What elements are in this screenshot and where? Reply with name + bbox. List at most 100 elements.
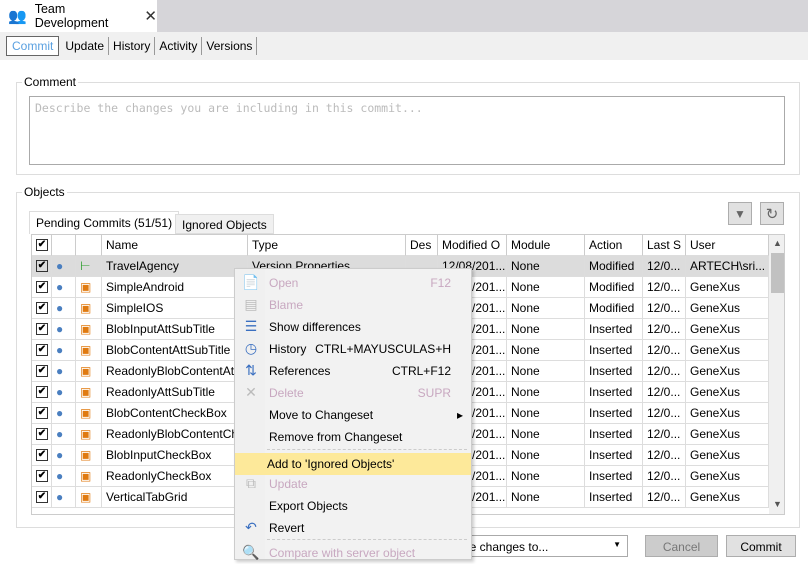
- column-header[interactable]: User: [686, 235, 769, 256]
- menu-item-references[interactable]: ⇅ References CTRL+F12: [237, 360, 469, 382]
- column-header: ✔: [32, 235, 52, 256]
- row-checkbox[interactable]: ✔: [36, 260, 48, 272]
- row-checkbox[interactable]: ✔: [36, 470, 48, 482]
- tab-update[interactable]: Update: [61, 37, 110, 55]
- menu-item-label: Export Objects: [269, 499, 348, 513]
- row-checkbox[interactable]: ✔: [36, 365, 48, 377]
- cell-action: Inserted: [585, 403, 643, 424]
- refresh-button[interactable]: ↻: [760, 202, 784, 225]
- objects-label: Objects: [22, 185, 67, 199]
- menu-item-delete[interactable]: ✕ Delete SUPR: [237, 382, 469, 404]
- row-checkbox[interactable]: ✔: [36, 344, 48, 356]
- tab-ignored-objects[interactable]: Ignored Objects: [175, 214, 274, 234]
- object-type-icon: ▣: [80, 406, 92, 420]
- cell: ✔: [32, 487, 52, 508]
- cell: ●: [52, 277, 76, 298]
- row-checkbox[interactable]: ✔: [36, 491, 48, 503]
- cell-name: TravelAgency: [102, 256, 248, 277]
- cell: ✔: [32, 256, 52, 277]
- row-checkbox[interactable]: ✔: [36, 449, 48, 461]
- cell: ▣: [76, 277, 102, 298]
- filter-button[interactable]: ▼: [728, 202, 752, 225]
- menu-item-label: References: [269, 364, 331, 378]
- cell-action: Inserted: [585, 445, 643, 466]
- team-icon: 👥: [8, 8, 27, 25]
- tab-commit[interactable]: Commit: [6, 36, 60, 56]
- row-checkbox[interactable]: ✔: [36, 281, 48, 293]
- menu-separator: [267, 449, 467, 450]
- tab-activity[interactable]: Activity: [155, 37, 203, 55]
- close-icon[interactable]: ✕: [144, 7, 157, 25]
- status-icon: ●: [56, 301, 64, 315]
- cell-name: ReadonlyCheckBox: [102, 466, 248, 487]
- select-all-checkbox[interactable]: ✔: [36, 239, 48, 251]
- status-icon: ●: [56, 385, 64, 399]
- subtab-bar: Commit Update History Activity Versions: [0, 32, 808, 60]
- object-type-icon: ▣: [80, 448, 92, 462]
- menu-item-blame[interactable]: ▤ Blame: [237, 294, 469, 316]
- menu-item-label: Remove from Changeset: [269, 430, 403, 444]
- tab-history[interactable]: History: [109, 37, 156, 55]
- cell-user: GeneXus: [686, 487, 769, 508]
- column-header[interactable]: Module: [507, 235, 585, 256]
- tab-versions[interactable]: Versions: [202, 37, 258, 55]
- cell: ✔: [32, 277, 52, 298]
- cell: ✔: [32, 319, 52, 340]
- menu-item-label: Update: [269, 477, 308, 491]
- scroll-up-icon[interactable]: ▲: [769, 235, 784, 252]
- cell-module: None: [507, 298, 585, 319]
- chevron-down-icon: ▼: [613, 540, 621, 549]
- cell: ●: [52, 256, 76, 277]
- menu-item-export-objects[interactable]: Export Objects: [237, 495, 469, 517]
- cell: ▣: [76, 319, 102, 340]
- cell-module: None: [507, 361, 585, 382]
- scroll-down-icon[interactable]: ▼: [769, 499, 784, 514]
- menu-item-remove-from-changeset[interactable]: Remove from Changeset: [237, 426, 469, 448]
- menu-item-show-differences[interactable]: ☰ Show differences: [237, 316, 469, 338]
- cell-name: SimpleAndroid: [102, 277, 248, 298]
- column-header[interactable]: Name: [102, 235, 248, 256]
- document-tab[interactable]: 👥 Team Development ✕: [0, 0, 157, 32]
- menu-item-label: Add to 'Ignored Objects': [267, 457, 395, 471]
- cell-user: GeneXus: [686, 298, 769, 319]
- cell-last: 12/0...: [643, 424, 686, 445]
- tab-pending-commits[interactable]: Pending Commits (51/51): [29, 211, 180, 234]
- cell: ▣: [76, 361, 102, 382]
- row-checkbox[interactable]: ✔: [36, 323, 48, 335]
- column-header[interactable]: Des: [406, 235, 438, 256]
- cell-name: BlobInputAttSubTitle: [102, 319, 248, 340]
- scroll-thumb[interactable]: [771, 253, 784, 293]
- column-header[interactable]: Action: [585, 235, 643, 256]
- cancel-button[interactable]: Cancel: [645, 535, 718, 557]
- menu-item-open[interactable]: 📄 Open F12: [237, 272, 469, 294]
- row-checkbox[interactable]: ✔: [36, 407, 48, 419]
- vertical-scrollbar[interactable]: ▲ ▼: [769, 235, 784, 514]
- cell-module: None: [507, 277, 585, 298]
- row-checkbox[interactable]: ✔: [36, 386, 48, 398]
- status-icon: ●: [56, 343, 64, 357]
- cell-action: Modified: [585, 277, 643, 298]
- revert-icon: ↶: [245, 519, 257, 535]
- row-checkbox[interactable]: ✔: [36, 302, 48, 314]
- column-header[interactable]: Last S: [643, 235, 686, 256]
- row-checkbox[interactable]: ✔: [36, 428, 48, 440]
- cell-module: None: [507, 487, 585, 508]
- menu-item-compare-with-server-object[interactable]: 🔍 Compare with server object: [237, 542, 469, 564]
- cell-user: GeneXus: [686, 319, 769, 340]
- cell-last: 12/0...: [643, 340, 686, 361]
- menu-item-history[interactable]: ◷ History CTRL+MAYUSCULAS+H: [237, 338, 469, 360]
- menu-item-update[interactable]: ⧉ Update: [237, 473, 469, 495]
- cell: ▣: [76, 487, 102, 508]
- menu-item-move-to-changeset[interactable]: Move to Changeset ▸: [237, 404, 469, 426]
- commit-button[interactable]: Commit: [726, 535, 796, 557]
- cell: ●: [52, 319, 76, 340]
- menu-item-add-to-ignored-objects[interactable]: Add to 'Ignored Objects': [235, 453, 471, 475]
- cell: ▣: [76, 382, 102, 403]
- comment-input[interactable]: Describe the changes you are including i…: [29, 96, 785, 165]
- submenu-arrow-icon: ▸: [456, 408, 463, 422]
- column-header[interactable]: Type: [248, 235, 406, 256]
- column-header[interactable]: Modified O: [438, 235, 507, 256]
- object-type-icon: ▣: [80, 343, 92, 357]
- status-icon: ●: [56, 322, 64, 336]
- menu-item-revert[interactable]: ↶ Revert: [237, 517, 469, 539]
